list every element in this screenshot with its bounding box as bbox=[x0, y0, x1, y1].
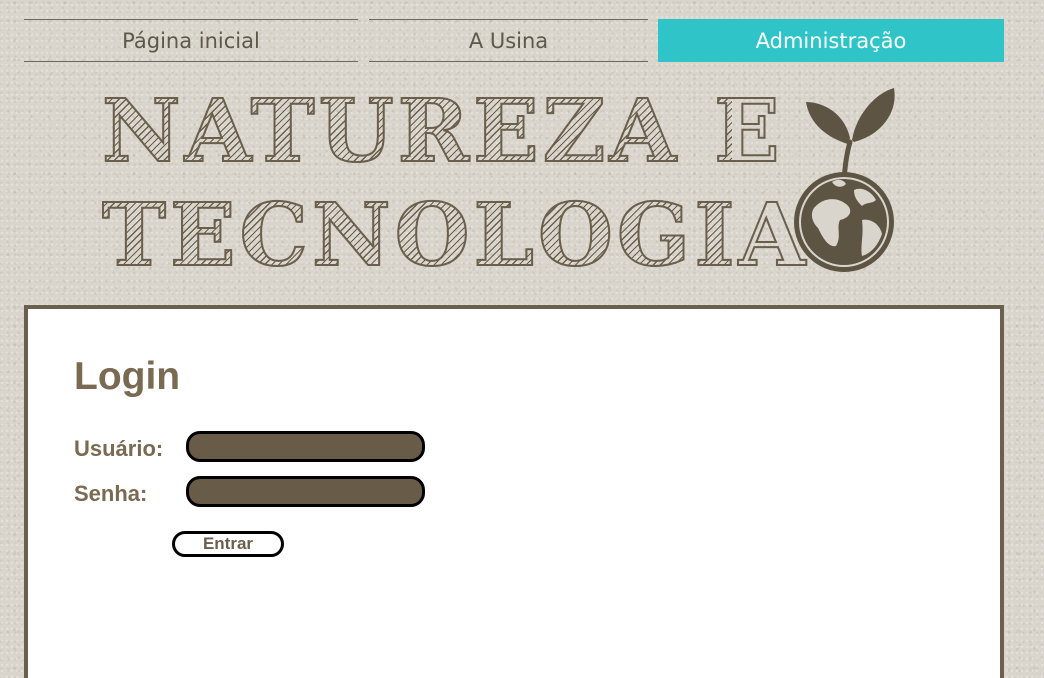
sprout-globe-icon bbox=[794, 88, 895, 272]
site-title-line-2: TECNOLOGIA bbox=[101, 184, 810, 287]
login-button[interactable]: Entrar bbox=[172, 531, 284, 557]
password-label: Senha: bbox=[74, 481, 148, 506]
site-title: NATUREZA E TECNOLOGIA bbox=[101, 80, 810, 288]
page-title: Login bbox=[74, 355, 181, 398]
nav-home[interactable]: Página inicial bbox=[24, 19, 358, 62]
site-title-line-1: NATUREZA E bbox=[101, 80, 784, 183]
nav-usina[interactable]: A Usina bbox=[369, 19, 648, 62]
username-field[interactable] bbox=[186, 431, 425, 462]
nav-admin[interactable]: Administração bbox=[658, 19, 1004, 62]
main-nav: Página inicial A Usina Administração bbox=[24, 19, 1004, 62]
password-field[interactable] bbox=[186, 476, 425, 507]
content-panel: Login Usuário: Senha: Entrar bbox=[24, 305, 1004, 678]
username-label: Usuário: bbox=[74, 436, 164, 461]
